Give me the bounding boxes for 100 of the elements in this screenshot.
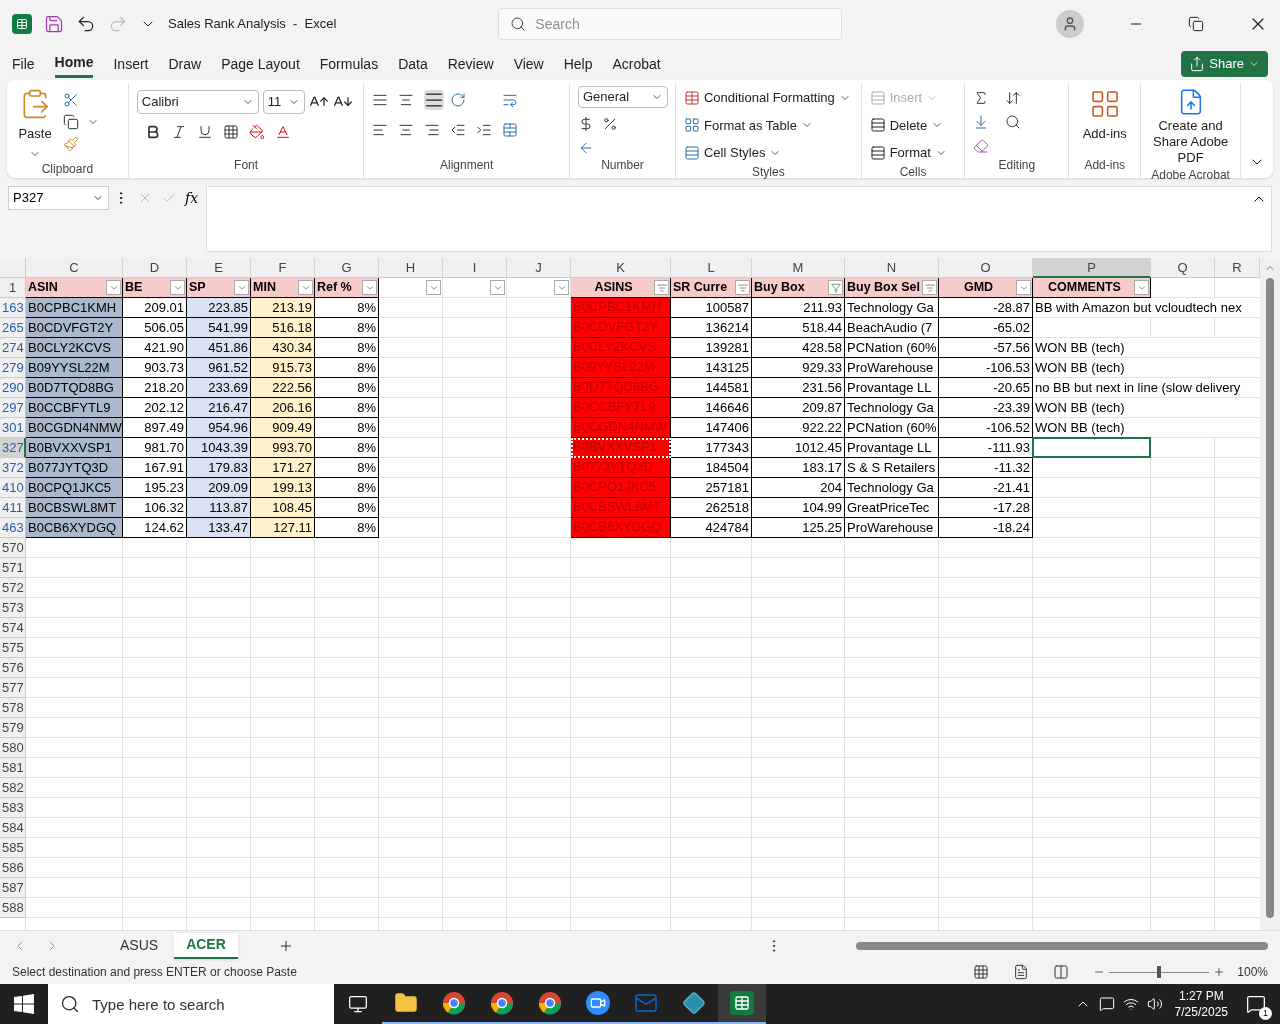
- row-header[interactable]: 274: [0, 338, 26, 358]
- find-icon[interactable]: [1005, 114, 1022, 130]
- underline-icon[interactable]: [196, 124, 213, 140]
- menu-tab[interactable]: Formulas: [319, 50, 379, 78]
- column-header[interactable]: J: [507, 258, 571, 278]
- column-header[interactable]: E: [187, 258, 251, 278]
- copy-icon[interactable]: [63, 114, 79, 130]
- merge-icon[interactable]: [502, 122, 519, 138]
- normal-view-icon[interactable]: [973, 964, 990, 980]
- column-header[interactable]: R: [1215, 258, 1260, 278]
- task-view-icon[interactable]: [348, 994, 368, 1014]
- row-header[interactable]: 163: [0, 298, 26, 318]
- account-icon[interactable]: [1056, 10, 1084, 38]
- save-icon[interactable]: [44, 14, 64, 34]
- row-header[interactable]: 290: [0, 378, 26, 398]
- share-button[interactable]: Share: [1181, 51, 1268, 77]
- paste-button[interactable]: Paste: [15, 88, 55, 160]
- tray-app-icon[interactable]: [1098, 996, 1115, 1012]
- column-header[interactable]: O: [939, 258, 1033, 278]
- row-header[interactable]: 410: [0, 478, 26, 498]
- bottom-align-icon[interactable]: [424, 90, 445, 110]
- font-name-field[interactable]: Calibri: [136, 90, 259, 114]
- column-header[interactable]: N: [845, 258, 939, 278]
- column-header[interactable]: P: [1033, 258, 1151, 278]
- zoom-in-icon[interactable]: [1213, 966, 1226, 978]
- menu-tab[interactable]: File: [12, 50, 35, 78]
- decrease-indent-icon[interactable]: [450, 122, 467, 138]
- menu-tab[interactable]: Help: [563, 50, 593, 78]
- clock-time[interactable]: 1:27 PM: [1178, 988, 1224, 1004]
- add-ins-button[interactable]: Add-ins: [1077, 84, 1133, 144]
- column-header[interactable]: F: [251, 258, 315, 278]
- restore-icon[interactable]: [1188, 16, 1204, 32]
- notifications-icon[interactable]: [1246, 994, 1266, 1014]
- cells-button[interactable]: Format: [869, 143, 947, 163]
- column-header[interactable]: G: [315, 258, 379, 278]
- menu-tab[interactable]: View: [513, 50, 544, 78]
- volume-icon[interactable]: [1146, 996, 1163, 1012]
- menu-tab[interactable]: Page Layout: [221, 50, 300, 78]
- increase-indent-icon[interactable]: [476, 122, 493, 138]
- sheet-tab[interactable]: ACER: [174, 932, 238, 959]
- wrap-text-icon[interactable]: [502, 92, 519, 108]
- clock-date[interactable]: 7/25/2025: [1174, 1004, 1228, 1020]
- menu-tab[interactable]: Review: [447, 50, 494, 78]
- styles-button[interactable]: Cell Styles: [683, 143, 851, 163]
- align-right-icon[interactable]: [424, 122, 441, 138]
- zoom-level[interactable]: 100%: [1237, 963, 1268, 981]
- format-painter-icon[interactable]: [63, 136, 79, 152]
- top-align-icon[interactable]: [372, 92, 389, 108]
- insert-function-button[interactable]: fx: [185, 187, 199, 209]
- page-break-icon[interactable]: [1053, 964, 1070, 980]
- menu-tab[interactable]: Data: [398, 50, 428, 78]
- network-icon[interactable]: [1122, 996, 1139, 1012]
- column-header[interactable]: H: [379, 258, 443, 278]
- zoom-slider[interactable]: [1109, 966, 1210, 978]
- search-field[interactable]: Search: [498, 8, 843, 40]
- styles-button[interactable]: Conditional Formatting: [683, 88, 851, 108]
- name-box[interactable]: P327: [8, 186, 109, 210]
- column-header[interactable]: I: [443, 258, 507, 278]
- row-header[interactable]: 463: [0, 518, 26, 538]
- taskbar-app-button[interactable]: [718, 984, 766, 1024]
- fill-color-icon[interactable]: [248, 124, 265, 140]
- column-header[interactable]: M: [752, 258, 845, 278]
- sort-filter-icon[interactable]: [1005, 90, 1022, 106]
- font-color-icon[interactable]: [274, 124, 291, 140]
- column-header[interactable]: Q: [1151, 258, 1215, 278]
- clear-icon[interactable]: [973, 138, 990, 154]
- create-pdf-button[interactable]: Create and Share Adobe PDF: [1149, 84, 1232, 166]
- sheet-tab[interactable]: ASUS: [108, 932, 171, 959]
- vertical-scrollbar[interactable]: [1260, 258, 1280, 930]
- row-header[interactable]: 279: [0, 358, 26, 378]
- borders-icon[interactable]: [222, 124, 239, 140]
- row-header[interactable]: 265: [0, 318, 26, 338]
- menu-tab[interactable]: Insert: [113, 50, 149, 78]
- orientation-icon[interactable]: [450, 92, 467, 108]
- menu-tab[interactable]: Draw: [168, 50, 202, 78]
- filter-button[interactable]: [828, 280, 843, 295]
- taskbar-search-field[interactable]: Type here to search: [48, 984, 334, 1024]
- column-header[interactable]: D: [123, 258, 187, 278]
- row-header[interactable]: 301: [0, 418, 26, 438]
- percent-icon[interactable]: [601, 116, 618, 132]
- font-size-field[interactable]: 11: [262, 90, 305, 114]
- column-header[interactable]: L: [671, 258, 752, 278]
- number-format-field[interactable]: General: [577, 86, 668, 108]
- styles-button[interactable]: Format as Table: [683, 115, 851, 135]
- column-header[interactable]: K: [571, 258, 671, 278]
- cells-button[interactable]: Delete: [869, 115, 947, 135]
- align-center-icon[interactable]: [398, 122, 415, 138]
- align-left-icon[interactable]: [372, 122, 389, 138]
- row-header[interactable]: 297: [0, 398, 26, 418]
- row-header[interactable]: 372: [0, 458, 26, 478]
- column-header[interactable]: C: [26, 258, 123, 278]
- row-header[interactable]: 411: [0, 498, 26, 518]
- menu-tab[interactable]: Acrobat: [612, 50, 661, 78]
- row-header[interactable]: 327: [0, 438, 26, 458]
- cut-icon[interactable]: [63, 92, 79, 108]
- zoom-thumb[interactable]: [1157, 966, 1162, 978]
- middle-align-icon[interactable]: [398, 92, 415, 108]
- page-layout-icon[interactable]: [1013, 964, 1030, 980]
- formula-field[interactable]: [206, 186, 1272, 252]
- undo-icon[interactable]: [76, 14, 96, 34]
